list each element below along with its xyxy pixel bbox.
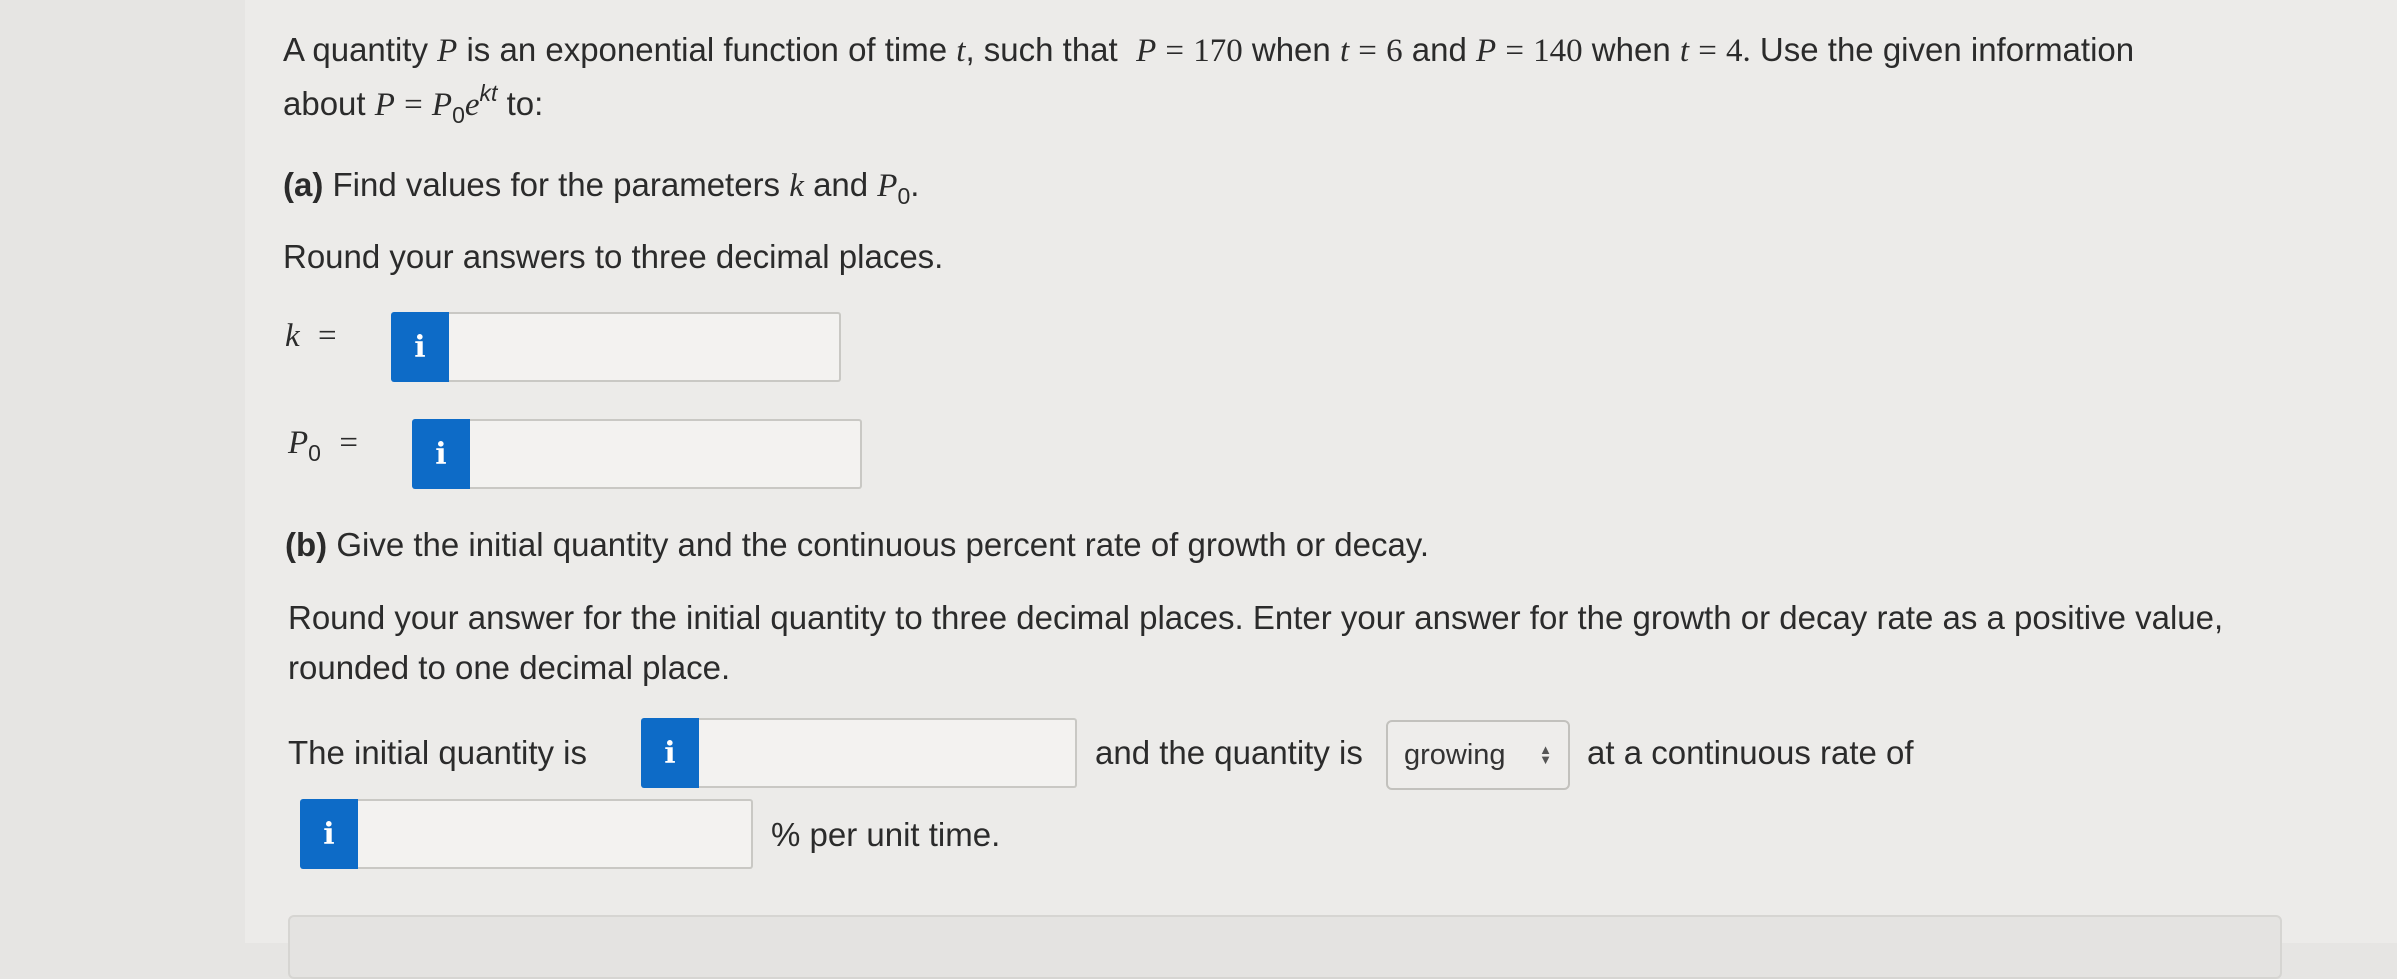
select-arrows-icon: ▲ ▼	[1539, 742, 1552, 767]
rate-input[interactable]	[358, 799, 753, 869]
initial-quantity-answer-group: i	[641, 718, 1077, 788]
problem-statement-line1: A quantity P is an exponential function …	[283, 31, 2135, 69]
info-icon[interactable]: i	[412, 419, 470, 489]
k-input[interactable]	[449, 312, 841, 382]
k-label: k =	[285, 318, 337, 354]
rate-label: at a continuous rate of	[1587, 734, 1914, 771]
initial-quantity-input[interactable]	[699, 718, 1077, 788]
next-section-box	[288, 915, 2282, 979]
part-b-rounding-note-line2: rounded to one decimal place.	[288, 649, 731, 686]
part-a-heading: (a) Find values for the parameters k and…	[283, 166, 920, 209]
part-b-heading: (b) Give the initial quantity and the co…	[285, 526, 1430, 563]
info-icon[interactable]: i	[641, 718, 699, 788]
part-a-rounding-note: Round your answers to three decimal plac…	[283, 238, 944, 275]
p0-input[interactable]	[470, 419, 862, 489]
part-b-rounding-note-line1: Round your answer for the initial quanti…	[288, 599, 2224, 636]
info-icon[interactable]: i	[300, 799, 358, 869]
k-answer-group: i	[391, 312, 841, 382]
per-unit-time-label: % per unit time.	[771, 816, 1001, 853]
growth-decay-select[interactable]: growing ▲ ▼	[1386, 720, 1570, 790]
p0-answer-group: i	[412, 419, 862, 489]
info-icon[interactable]: i	[391, 312, 449, 382]
p0-label: P0 =	[288, 425, 358, 466]
growth-decay-select-value: growing	[1404, 738, 1506, 771]
initial-quantity-label: The initial quantity is	[288, 734, 587, 771]
rate-answer-group: i	[300, 799, 753, 869]
problem-statement-line2: about P = P0ekt to:	[283, 80, 544, 128]
quantity-is-label: and the quantity is	[1095, 734, 1363, 771]
